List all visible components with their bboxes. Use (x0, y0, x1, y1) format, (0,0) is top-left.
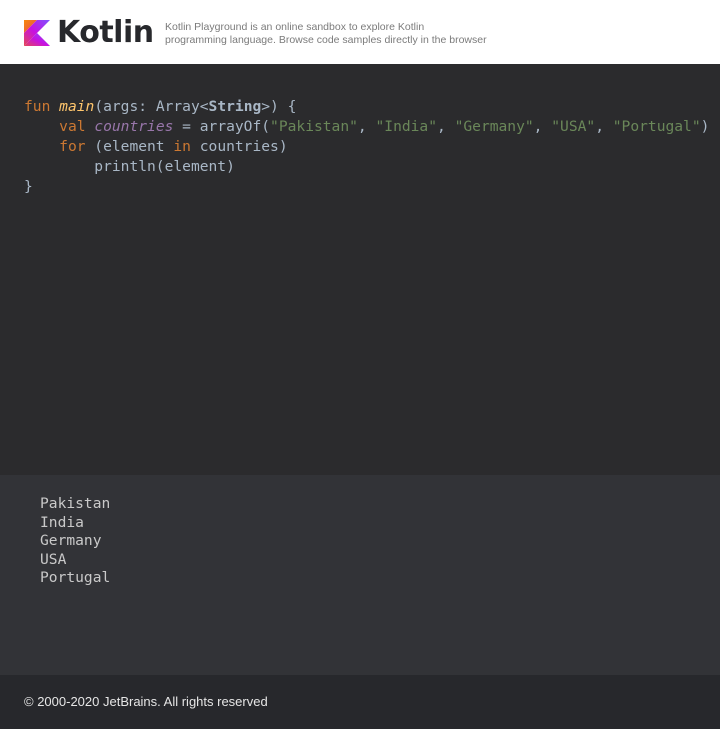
closing-brace: } (24, 178, 33, 195)
tagline-line-1: Kotlin Playground is an online sandbox t… (165, 21, 425, 33)
logo-text: Kotlin (57, 15, 154, 50)
code-block[interactable]: fun main(args: Array<String>) { val coun… (24, 97, 709, 197)
for-keyword: for (59, 138, 86, 155)
string-usa: "USA" (551, 118, 596, 135)
arrayof-call: = arrayOf( (173, 118, 271, 135)
code-line-4: println(element) (24, 158, 235, 175)
output-panel: Pakistan India Germany USA Portugal (0, 475, 720, 675)
code-editor[interactable]: fun main(args: Array<String>) { val coun… (0, 64, 720, 475)
comma-4: , (595, 118, 613, 135)
kotlin-logo[interactable]: Kotlin (24, 15, 154, 50)
output-line: Pakistan (40, 495, 111, 512)
site-footer: © 2000-2020 JetBrains. All rights reserv… (0, 675, 720, 729)
comma-2: , (437, 118, 455, 135)
string-germany: "Germany" (454, 118, 534, 135)
copyright-text: © 2000-2020 JetBrains. All rights reserv… (24, 694, 268, 709)
code-line-2: val countries = arrayOf("Pakistan", "Ind… (24, 118, 709, 135)
site-tagline: Kotlin Playground is an online sandbox t… (165, 21, 545, 47)
comma-3: , (533, 118, 552, 135)
code-line-3: for (element in countries) (24, 138, 288, 155)
string-type: String (208, 98, 262, 115)
println-call: println(element) (94, 158, 235, 175)
args-close: >) { (261, 98, 297, 115)
output-lines: Pakistan India Germany USA Portugal (40, 495, 110, 588)
site-header: Kotlin Kotlin Playground is an online sa… (0, 0, 720, 64)
tagline-line-2: programming language. Browse code sample… (165, 34, 487, 46)
output-line: Germany (40, 532, 102, 549)
string-india: "India" (375, 118, 438, 135)
main-function-name: main (59, 98, 95, 115)
arrayof-close: ) (700, 118, 710, 135)
for-close: countries) (190, 138, 288, 155)
in-keyword: in (173, 138, 191, 155)
output-line: Portugal (40, 569, 111, 586)
output-line: USA (40, 550, 67, 568)
fun-keyword: fun (24, 98, 51, 115)
string-pakistan: "Pakistan" (270, 118, 358, 135)
code-line-5: } (24, 178, 33, 195)
kotlin-logo-icon (24, 20, 50, 46)
output-line: India (40, 513, 84, 531)
args-signature: (args: Array< (94, 98, 209, 115)
code-line-1: fun main(args: Array<String>) { (24, 98, 296, 115)
string-portugal: "Portugal" (612, 118, 701, 135)
comma-1: , (357, 118, 376, 135)
countries-variable: countries (94, 118, 174, 135)
for-open: (element (85, 138, 174, 155)
val-keyword: val (59, 118, 86, 135)
